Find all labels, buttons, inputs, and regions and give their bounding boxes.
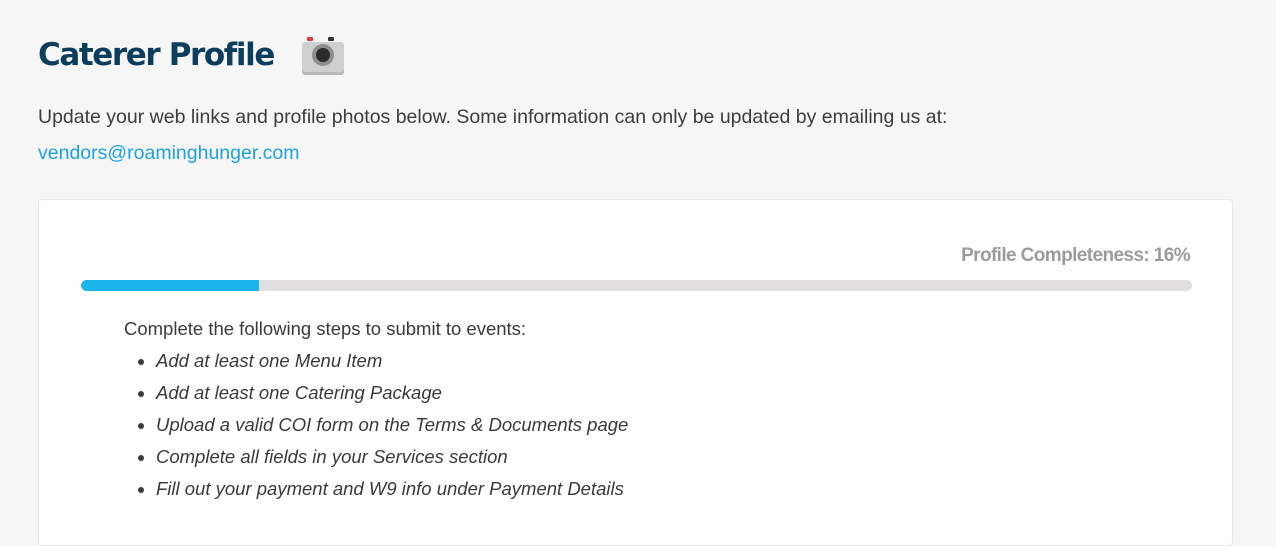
steps-list: Add at least one Menu Item Add at least … <box>124 345 628 505</box>
step-item: Add at least one Menu Item <box>156 345 628 377</box>
step-item: Fill out your payment and W9 info under … <box>156 473 628 505</box>
submission-steps: Complete the following steps to submit t… <box>124 313 628 505</box>
profile-completeness-label: Profile Completeness: 16% <box>961 245 1191 266</box>
step-item: Upload a valid COI form on the Terms & D… <box>156 409 628 441</box>
profile-progress-fill <box>81 280 259 291</box>
page-header: Caterer Profile <box>38 26 345 84</box>
intro-text: Update your web links and profile photos… <box>38 106 948 128</box>
intro-text-block: Update your web links and profile photos… <box>38 99 1238 171</box>
steps-lead: Complete the following steps to submit t… <box>124 318 527 339</box>
caterer-profile-page: Caterer Profile Update your web links an… <box>0 0 1276 546</box>
step-item: Add at least one Catering Package <box>156 377 628 409</box>
step-item: Complete all fields in your Services sec… <box>156 441 628 473</box>
vendor-email-link[interactable]: vendors@roaminghunger.com <box>38 142 300 164</box>
profile-progress-bar <box>81 280 1192 291</box>
profile-completeness-card: Profile Completeness: 16% Complete the f… <box>38 199 1233 546</box>
page-title: Caterer Profile <box>38 37 275 73</box>
camera-icon <box>301 35 345 77</box>
